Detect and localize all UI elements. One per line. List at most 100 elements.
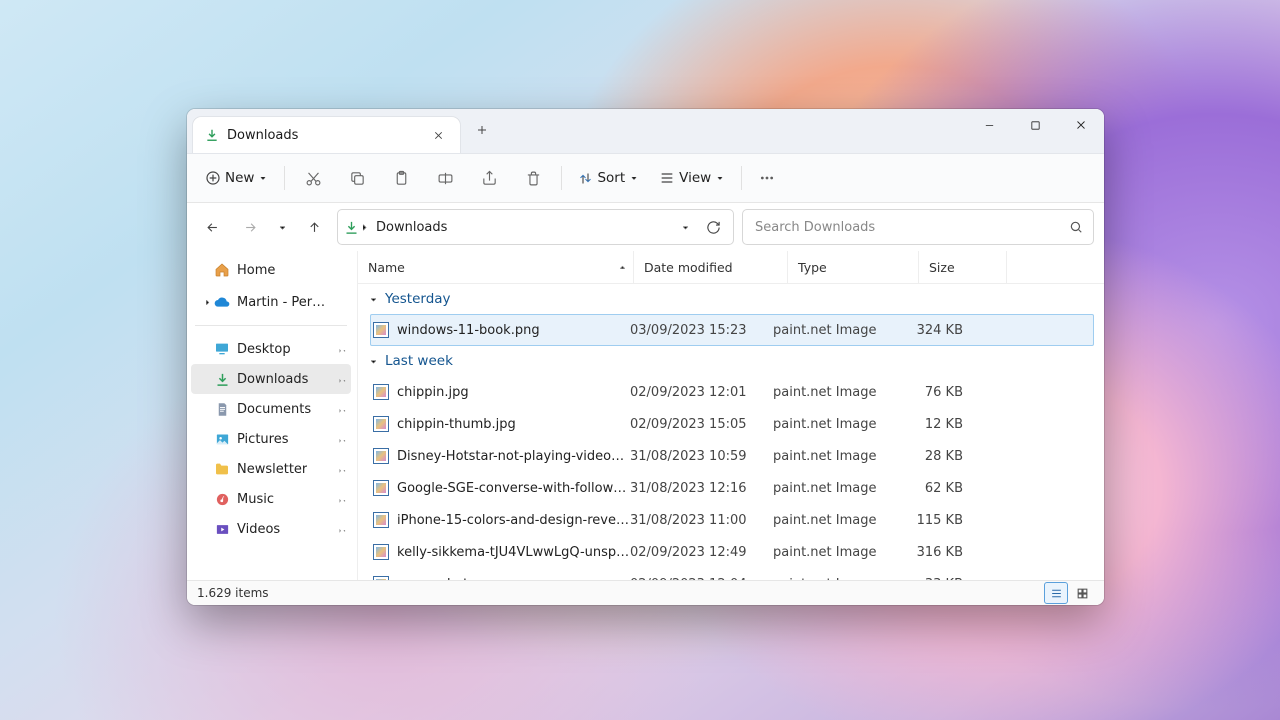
breadcrumb-current[interactable]: Downloads	[370, 220, 453, 235]
maximize-button[interactable]	[1012, 109, 1058, 141]
pin-icon[interactable]	[336, 434, 347, 445]
chevron-right-icon	[359, 222, 370, 233]
file-name: kelly-sikkema-tJU4VLwwLgQ-unsplash.jpg	[397, 545, 630, 560]
column-headers: Name Date modified Type Size	[358, 251, 1104, 284]
nav-back-button[interactable]	[197, 212, 227, 242]
file-size: 76 KB	[893, 385, 963, 400]
group-label: Yesterday	[385, 291, 451, 307]
sidebar-item-label: Pictures	[237, 432, 288, 447]
column-size[interactable]: Size	[919, 251, 1007, 283]
status-item-count: 1.629 items	[197, 586, 269, 600]
minimize-button[interactable]	[966, 109, 1012, 141]
group-header[interactable]: Last week	[358, 346, 1094, 376]
chevron-right-icon[interactable]	[201, 298, 213, 307]
chevron-down-icon	[368, 294, 379, 305]
refresh-button[interactable]	[699, 220, 727, 235]
image-file-icon	[373, 384, 389, 400]
sidebar-item-label: Newsletter	[237, 462, 307, 477]
sidebar-item-pictures[interactable]: Pictures	[191, 424, 351, 454]
pin-icon[interactable]	[336, 344, 347, 355]
delete-button[interactable]	[513, 161, 553, 195]
group-label: Last week	[385, 353, 453, 369]
more-button[interactable]	[750, 161, 784, 195]
column-type[interactable]: Type	[788, 251, 919, 283]
navigation-pane: Home Martin - Personal DesktopDownloadsD…	[187, 251, 358, 580]
column-name[interactable]: Name	[358, 251, 634, 283]
pin-icon[interactable]	[336, 374, 347, 385]
group-header[interactable]: Yesterday	[358, 284, 1094, 314]
tab-label: Downloads	[227, 128, 424, 143]
pin-icon[interactable]	[336, 494, 347, 505]
sidebar-item-videos[interactable]: Videos	[191, 514, 351, 544]
sidebar-item-downloads[interactable]: Downloads	[191, 364, 351, 394]
close-window-button[interactable]	[1058, 109, 1104, 141]
file-row[interactable]: chippin.jpg02/09/2023 12:01paint.net Ima…	[370, 376, 1094, 408]
file-date: 31/08/2023 12:16	[630, 481, 773, 496]
view-details-button[interactable]	[1044, 582, 1068, 604]
downloads-icon	[344, 220, 359, 235]
sidebar-item-documents[interactable]: Documents	[191, 394, 351, 424]
image-file-icon	[373, 544, 389, 560]
chevron-down-icon	[368, 356, 379, 367]
file-row[interactable]: iPhone-15-colors-and-design-revealed-v..…	[370, 504, 1094, 536]
pin-icon[interactable]	[336, 464, 347, 475]
file-type: paint.net Image	[773, 323, 893, 338]
rename-button[interactable]	[425, 161, 465, 195]
file-name: Disney-Hotstar-not-playing-videos.jpg	[397, 449, 630, 464]
file-name: windows-11-book.png	[397, 323, 630, 338]
sidebar-onedrive[interactable]: Martin - Personal	[191, 287, 351, 317]
nav-up-button[interactable]	[299, 212, 329, 242]
sidebar-item-desktop[interactable]: Desktop	[191, 334, 351, 364]
view-button[interactable]: View	[651, 161, 733, 195]
file-type: paint.net Image	[773, 545, 893, 560]
sort-button[interactable]: Sort	[570, 161, 647, 195]
copy-button[interactable]	[337, 161, 377, 195]
file-date: 02/09/2023 12:49	[630, 545, 773, 560]
tab-downloads[interactable]: Downloads	[193, 117, 460, 153]
cut-button[interactable]	[293, 161, 333, 195]
sidebar-item-music[interactable]: Music	[191, 484, 351, 514]
sidebar-item-label: Videos	[237, 522, 280, 537]
file-type: paint.net Image	[773, 385, 893, 400]
image-file-icon	[373, 576, 389, 580]
share-button[interactable]	[469, 161, 509, 195]
file-row[interactable]: kelly-sikkema-tJU4VLwwLgQ-unsplash.jpg02…	[370, 536, 1094, 568]
videos-icon	[213, 520, 231, 538]
status-bar: 1.629 items	[187, 580, 1104, 605]
pin-icon[interactable]	[336, 524, 347, 535]
search-input[interactable]	[753, 219, 1069, 236]
new-tab-button[interactable]	[468, 116, 496, 144]
file-row[interactable]: screenshot.png02/09/2023 12:04paint.net …	[370, 568, 1094, 580]
sidebar-home[interactable]: Home	[191, 255, 351, 285]
pin-icon[interactable]	[336, 404, 347, 415]
search-box[interactable]	[742, 209, 1094, 245]
file-name: chippin-thumb.jpg	[397, 417, 630, 432]
music-icon	[213, 490, 231, 508]
file-size: 316 KB	[893, 545, 963, 560]
file-row[interactable]: Disney-Hotstar-not-playing-videos.jpg31/…	[370, 440, 1094, 472]
nav-forward-button[interactable]	[235, 212, 265, 242]
file-size: 324 KB	[893, 323, 963, 338]
sidebar-item-newsletter[interactable]: Newsletter	[191, 454, 351, 484]
file-type: paint.net Image	[773, 417, 893, 432]
file-list[interactable]: Yesterday windows-11-book.png03/09/2023 1…	[358, 284, 1104, 580]
tab-close-button[interactable]	[424, 121, 452, 149]
image-file-icon	[373, 448, 389, 464]
file-row[interactable]: windows-11-book.png03/09/2023 15:23paint…	[370, 314, 1094, 346]
nav-recent-button[interactable]	[273, 212, 291, 242]
file-date: 31/08/2023 11:00	[630, 513, 773, 528]
breadcrumb-dropdown[interactable]	[671, 222, 699, 233]
titlebar: Downloads	[187, 109, 1104, 154]
file-row[interactable]: chippin-thumb.jpg02/09/2023 15:05paint.n…	[370, 408, 1094, 440]
search-icon[interactable]	[1069, 220, 1083, 234]
paste-button[interactable]	[381, 161, 421, 195]
file-size: 62 KB	[893, 481, 963, 496]
column-date[interactable]: Date modified	[634, 251, 788, 283]
toolbar: New Sort View	[187, 154, 1104, 203]
sidebar-item-label: Music	[237, 492, 274, 507]
new-button[interactable]: New	[197, 161, 276, 195]
file-row[interactable]: Google-SGE-converse-with-follow-up-q...3…	[370, 472, 1094, 504]
file-size: 28 KB	[893, 449, 963, 464]
view-large-icons-button[interactable]	[1070, 582, 1094, 604]
breadcrumb-bar[interactable]: Downloads	[337, 209, 734, 245]
